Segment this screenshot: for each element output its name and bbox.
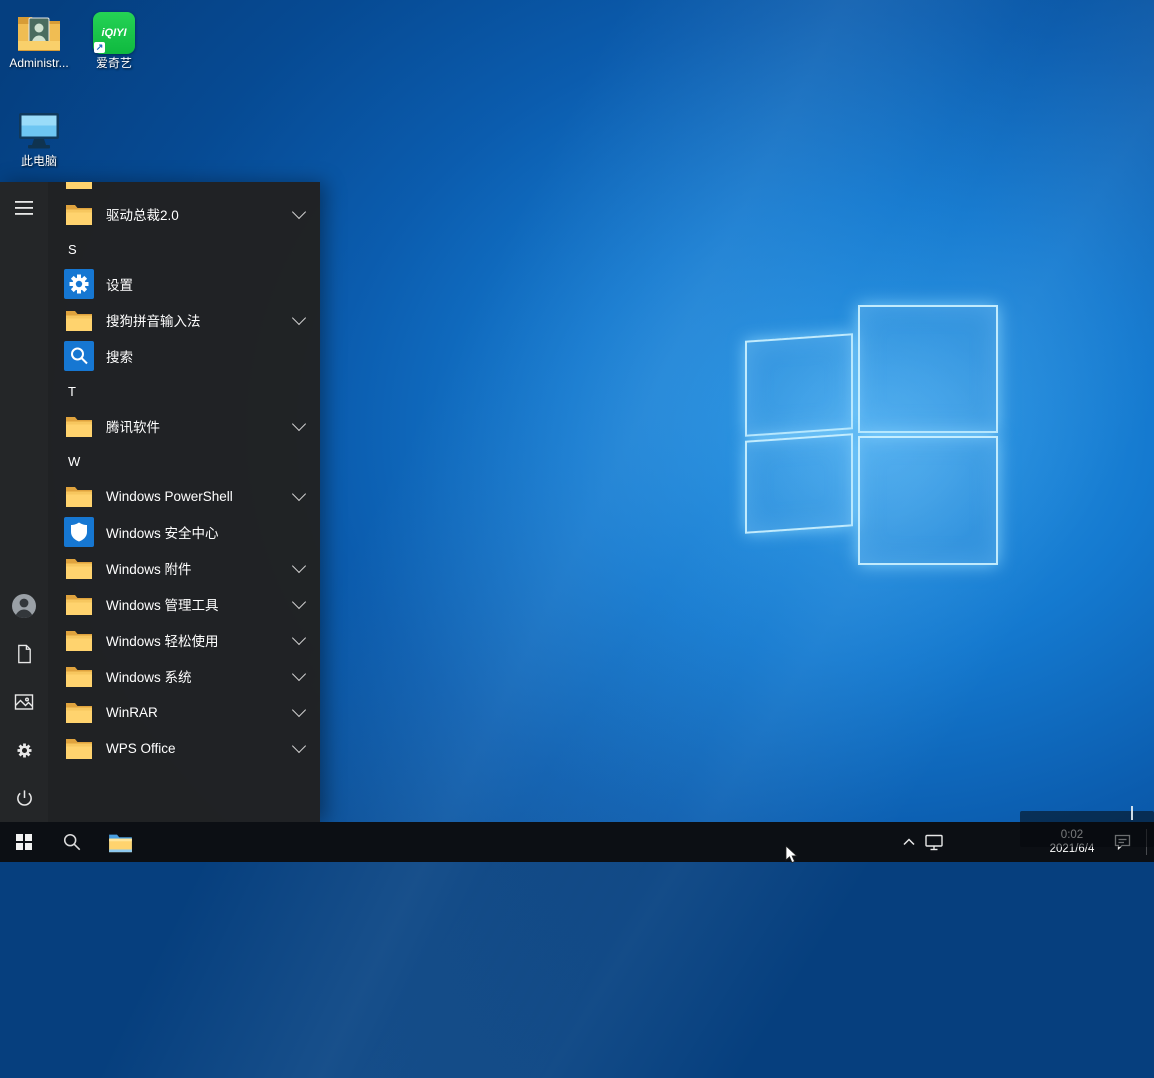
iqiyi-icon: iQIYI ↗ <box>76 8 152 54</box>
search-icon <box>62 832 82 852</box>
app-list-item-label: Windows 管理工具 <box>106 594 294 614</box>
app-list-item[interactable]: Windows PowerShell <box>48 478 320 514</box>
file-explorer-icon <box>108 832 133 853</box>
folder-icon <box>64 625 94 655</box>
desktop-icon-label: 此电脑 <box>1 155 77 168</box>
chevron-down-icon[interactable] <box>292 558 306 572</box>
folder-icon <box>64 199 94 229</box>
watermark-overlay <box>1020 811 1154 847</box>
settings-tile-icon <box>64 269 94 299</box>
taskbar: 0:02 2021/6/4 <box>0 822 1154 862</box>
app-list-item[interactable]: 腾讯软件 <box>48 408 320 444</box>
power-icon[interactable] <box>0 774 48 822</box>
app-list-item-label: 腾讯软件 <box>106 416 294 436</box>
app-list-item-label: WPS Office <box>106 741 294 756</box>
search-tile-icon <box>64 341 94 371</box>
app-list-item[interactable]: 搜狗拼音输入法 <box>48 302 320 338</box>
chevron-down-icon[interactable] <box>292 594 306 608</box>
app-list-item[interactable]: Windows 轻松使用 <box>48 622 320 658</box>
start-menu: 驱动总裁2.0 S 设置搜狗拼音输入法搜索 T 腾讯软件 W Windows PowerSh… <box>0 182 320 822</box>
settings-gear-icon[interactable] <box>0 726 48 774</box>
app-list-section-header[interactable]: T <box>48 374 320 408</box>
app-list-item[interactable]: Windows 附件 <box>48 550 320 586</box>
user-folder-icon <box>1 8 77 54</box>
app-list-item-label: Windows 附件 <box>106 558 294 578</box>
folder-icon <box>64 481 94 511</box>
caret-line <box>1131 806 1133 820</box>
app-list-item-label: 设置 <box>106 274 310 294</box>
mouse-cursor <box>785 845 798 869</box>
chevron-down-icon[interactable] <box>292 310 306 324</box>
app-list-item-label: 搜狗拼音输入法 <box>106 310 294 330</box>
app-list-item[interactable]: 驱动总裁2.0 <box>48 196 320 232</box>
chevron-down-icon[interactable] <box>292 630 306 644</box>
app-list-item-label: 驱动总裁2.0 <box>106 204 294 224</box>
desktop-icon-label: Administr... <box>1 57 77 70</box>
app-list-item[interactable]: 设置 <box>48 266 320 302</box>
app-list-item-label: Windows PowerShell <box>106 489 294 504</box>
windows-logo-pane <box>745 433 853 534</box>
app-list-item[interactable]: Windows 系统 <box>48 658 320 694</box>
computer-monitor-icon <box>1 106 77 152</box>
hamburger-menu-icon[interactable] <box>0 184 48 232</box>
folder-icon <box>64 305 94 335</box>
documents-icon[interactable] <box>0 630 48 678</box>
app-list-item[interactable]: WinRAR <box>48 694 320 730</box>
app-list-item-label: WinRAR <box>106 705 294 720</box>
chevron-down-icon[interactable] <box>292 702 306 716</box>
folder-icon <box>64 553 94 583</box>
app-list-item-label: Windows 安全中心 <box>106 522 310 542</box>
app-list-section-header[interactable]: S <box>48 232 320 266</box>
pictures-icon[interactable] <box>0 678 48 726</box>
desktop-icon-administrator[interactable]: Administr... <box>1 8 77 70</box>
start-menu-rail <box>0 182 48 822</box>
shield-tile-icon <box>64 517 94 547</box>
iqiyi-wordmark: iQIYI <box>101 27 126 39</box>
windows-logo-icon <box>16 834 32 850</box>
app-list-item-label: 搜索 <box>106 346 310 366</box>
app-list-item-label: Windows 系统 <box>106 666 294 686</box>
app-list-item[interactable]: WPS Office <box>48 730 320 766</box>
folder-icon <box>64 411 94 441</box>
app-list-item[interactable]: 搜索 <box>48 338 320 374</box>
folder-icon <box>64 697 94 727</box>
app-list-item[interactable]: Windows 管理工具 <box>48 586 320 622</box>
app-list-section-header[interactable]: W <box>48 444 320 478</box>
desktop-icon-iqiyi[interactable]: iQIYI ↗ 爱奇艺 <box>76 8 152 70</box>
app-list-item[interactable] <box>48 182 320 196</box>
folder-icon <box>64 182 94 193</box>
taskbar-search-button[interactable] <box>48 822 96 862</box>
app-list-item-label: Windows 轻松使用 <box>106 630 294 650</box>
start-button[interactable] <box>0 822 48 862</box>
windows-logo-pane <box>858 305 998 433</box>
windows-logo-pane <box>745 333 853 437</box>
app-list-item[interactable]: Windows 安全中心 <box>48 514 320 550</box>
folder-icon <box>64 661 94 691</box>
file-explorer-button[interactable] <box>96 822 144 862</box>
shortcut-arrow-badge: ↗ <box>94 42 105 53</box>
folder-icon <box>64 589 94 619</box>
desktop-icon-this-pc[interactable]: 此电脑 <box>1 106 77 168</box>
windows-logo-pane <box>858 436 998 565</box>
tray-chevron-up-icon[interactable] <box>898 822 920 862</box>
network-status-icon[interactable] <box>922 822 946 862</box>
folder-icon <box>64 733 94 763</box>
chevron-down-icon[interactable] <box>292 666 306 680</box>
desktop-icon-label: 爱奇艺 <box>76 57 152 70</box>
start-menu-app-list: 驱动总裁2.0 S 设置搜狗拼音输入法搜索 T 腾讯软件 W Windows PowerSh… <box>48 182 320 822</box>
chevron-down-icon[interactable] <box>292 486 306 500</box>
chevron-down-icon[interactable] <box>292 416 306 430</box>
chevron-down-icon[interactable] <box>292 204 306 218</box>
user-account-icon[interactable] <box>0 582 48 630</box>
chevron-down-icon[interactable] <box>292 738 306 752</box>
